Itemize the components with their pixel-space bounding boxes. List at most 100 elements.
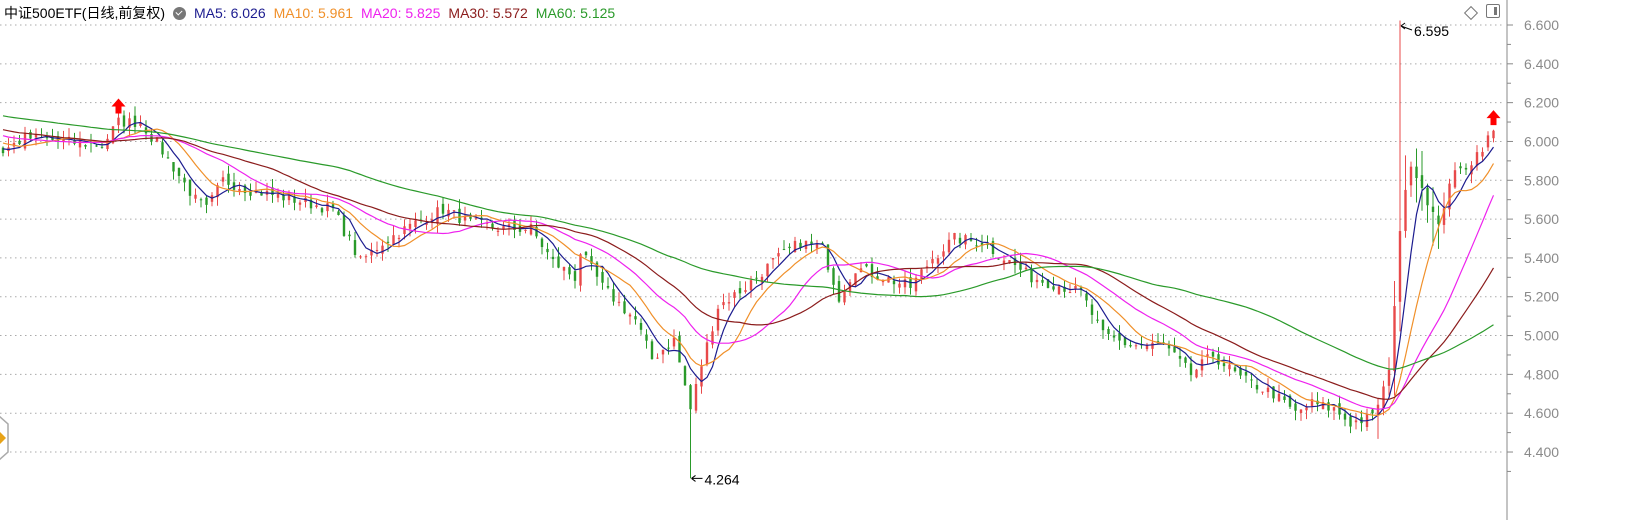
candle-body xyxy=(496,230,500,232)
candle-body xyxy=(1024,267,1028,270)
candle-body xyxy=(353,240,357,255)
candle-body xyxy=(348,234,351,237)
candle-body xyxy=(172,162,175,172)
candle-body xyxy=(1184,357,1187,363)
ma30-label: MA30: 5.572 xyxy=(448,5,528,21)
candle-body xyxy=(601,271,604,283)
candle-body xyxy=(342,215,346,236)
candle-body xyxy=(282,194,285,201)
candle-body xyxy=(843,291,846,303)
candle-body xyxy=(557,256,560,268)
candle-body xyxy=(386,241,390,243)
candle-body xyxy=(1090,304,1094,315)
candle-body xyxy=(815,244,819,249)
candle-body xyxy=(1233,367,1237,372)
y-tick-label: 6.000 xyxy=(1524,133,1559,149)
candle-body xyxy=(1041,279,1044,283)
panel-toggle-icon[interactable] xyxy=(1486,4,1500,18)
candle-body xyxy=(414,220,417,227)
candle-body xyxy=(617,301,621,303)
settings-icon[interactable] xyxy=(173,6,187,20)
candle-body xyxy=(606,285,610,288)
diamond-icon[interactable] xyxy=(1463,5,1479,21)
candle-body xyxy=(491,223,494,228)
candle-body xyxy=(205,197,208,205)
candle-body xyxy=(403,226,406,235)
candle-body xyxy=(359,256,362,258)
buy-signal-arrow-icon xyxy=(1486,110,1501,126)
candle-body xyxy=(650,341,654,360)
candle-body xyxy=(1299,409,1303,413)
ma5-label: MA5: 6.026 xyxy=(194,5,266,21)
y-tick-label: 4.600 xyxy=(1524,405,1559,421)
candle-body xyxy=(1338,403,1341,415)
ma10-label: MA10: 5.961 xyxy=(273,5,354,21)
y-tick-label: 6.400 xyxy=(1524,56,1559,72)
candle-body xyxy=(920,269,923,280)
candle-body xyxy=(1112,335,1116,338)
candle-body xyxy=(1222,363,1226,367)
candle-body xyxy=(892,280,896,285)
candle-body xyxy=(337,211,340,215)
candle-body xyxy=(953,232,956,240)
candle-body xyxy=(1151,342,1154,349)
candle-body xyxy=(997,258,1000,260)
candle-body xyxy=(298,202,302,205)
candle-body xyxy=(1283,396,1286,400)
candle-body xyxy=(612,289,615,302)
ma60-label: MA60: 5.125 xyxy=(535,5,616,21)
candle-body xyxy=(392,235,395,245)
buy-signal-arrow-icon xyxy=(111,98,126,114)
candle-body xyxy=(155,138,159,142)
y-tick-label: 6.200 xyxy=(1524,95,1559,111)
candle-body xyxy=(441,203,445,214)
candle-body xyxy=(1134,345,1138,347)
ma10-line xyxy=(2,128,1495,417)
candle-body xyxy=(628,314,632,317)
candle-body xyxy=(722,302,725,306)
chart-tools xyxy=(1463,4,1500,21)
candle-body xyxy=(1085,293,1088,301)
candle-body xyxy=(1211,351,1215,357)
candle-body xyxy=(832,268,835,285)
candle-body xyxy=(782,249,786,251)
candle-body xyxy=(100,146,104,148)
candle-body xyxy=(1420,175,1424,188)
candle-body xyxy=(1393,306,1396,372)
ma60-line xyxy=(2,115,1494,370)
annotation-arrow xyxy=(691,475,703,482)
candle-body xyxy=(579,254,582,286)
candle-body xyxy=(738,288,742,294)
candle-body xyxy=(766,263,769,277)
candle-body xyxy=(436,207,439,224)
candle-body xyxy=(1459,166,1462,169)
candle-body xyxy=(947,239,951,253)
candle-body xyxy=(1453,170,1457,188)
candle-body xyxy=(689,385,692,410)
candle-body xyxy=(705,342,709,365)
candle-body xyxy=(188,179,192,196)
candle-body xyxy=(326,203,329,212)
ma20-line xyxy=(2,134,1495,410)
collapse-handle[interactable] xyxy=(0,408,10,468)
low-price-label: 4.264 xyxy=(705,471,740,487)
candlestick-chart[interactable]: 6.595 4.264 6.600 6.400 6.200 6.000 5.800 5.60… xyxy=(0,0,1628,520)
candle-body xyxy=(1052,286,1055,290)
candle-body xyxy=(122,115,126,127)
candle-body xyxy=(1107,328,1110,334)
candle-body xyxy=(1255,384,1259,390)
y-tick-label: 5.600 xyxy=(1524,211,1559,227)
candle-body xyxy=(1431,206,1435,213)
candle-body xyxy=(1002,260,1006,264)
high-price-label: 6.595 xyxy=(1414,23,1449,39)
candle-body xyxy=(755,277,758,279)
candle-body xyxy=(540,238,544,248)
candle-body xyxy=(936,258,940,264)
candle-body xyxy=(18,140,21,145)
candle-body xyxy=(1305,407,1308,411)
ma30-line xyxy=(2,129,1495,400)
chart-title: 中证500ETF(日线,前复权) xyxy=(4,5,166,21)
candle-body xyxy=(573,271,577,281)
candle-body xyxy=(315,205,318,207)
candle-body xyxy=(78,140,82,148)
